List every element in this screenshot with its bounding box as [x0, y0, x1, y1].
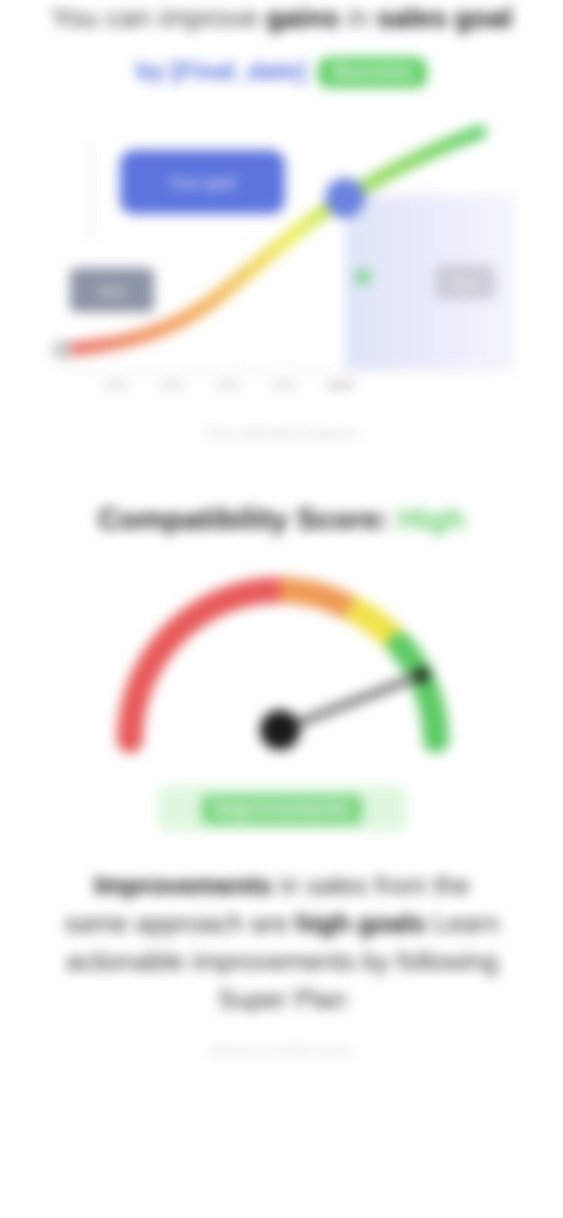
goal-end-callout-label: Goal — [451, 275, 479, 290]
result-description: Improvements in sales from the same appr… — [62, 866, 502, 1018]
headline-bold-1: gains — [266, 2, 340, 33]
page-root: You can improve gains in sales goal by [… — [0, 0, 563, 1218]
gauge-needle-tip — [414, 667, 430, 683]
headline-bold-2: sales goal — [376, 2, 513, 33]
now-callout-label: Now — [98, 283, 127, 299]
success-badge: Success — [317, 56, 427, 88]
region-marker — [356, 270, 370, 284]
gauge-needle — [275, 670, 427, 735]
gauge-arc-green — [387, 632, 449, 753]
target-date: by [Final_date] — [136, 58, 306, 85]
x-tick — [270, 382, 298, 388]
progress-chart: Your goal Now Goal — [40, 110, 520, 400]
compatibility-gauge — [100, 570, 470, 770]
x-tick — [102, 382, 130, 388]
compatibility-level: High — [398, 503, 465, 536]
start-point — [52, 340, 72, 360]
chart-footnote: Your estimated progress — [205, 425, 358, 441]
paragraph-bold-2: high goals — [295, 908, 426, 938]
result-pill: Improvements — [158, 786, 406, 832]
compatibility-title-label: Compatibility Score: — [98, 503, 390, 536]
date-row: by [Final_date] Success — [0, 52, 563, 92]
compatibility-title: Compatibility Score: High — [0, 503, 563, 537]
bottom-footnote: Based on similar users — [210, 1042, 353, 1058]
paragraph-mid: are — [250, 908, 296, 938]
headline: You can improve gains in sales goal — [0, 0, 563, 40]
headline-pre: You can improve — [50, 2, 259, 33]
gauge-arc-orange — [279, 577, 357, 620]
headline-mid: in — [347, 2, 369, 33]
x-tick — [158, 382, 186, 388]
result-label: Improvements — [201, 794, 363, 824]
progress-chart-svg: Your goal Now Goal — [52, 125, 515, 388]
goal-marker — [325, 178, 365, 218]
gauge-hub — [260, 710, 300, 750]
x-tick — [214, 382, 242, 388]
gauge-arc-red — [117, 577, 293, 753]
x-tick — [326, 382, 354, 388]
gauge-svg — [117, 577, 449, 753]
paragraph-text-3: Super Plan — [217, 984, 347, 1014]
goal-callout-label: Your goal — [168, 175, 235, 192]
paragraph-bold-1: Improvements — [94, 870, 272, 900]
